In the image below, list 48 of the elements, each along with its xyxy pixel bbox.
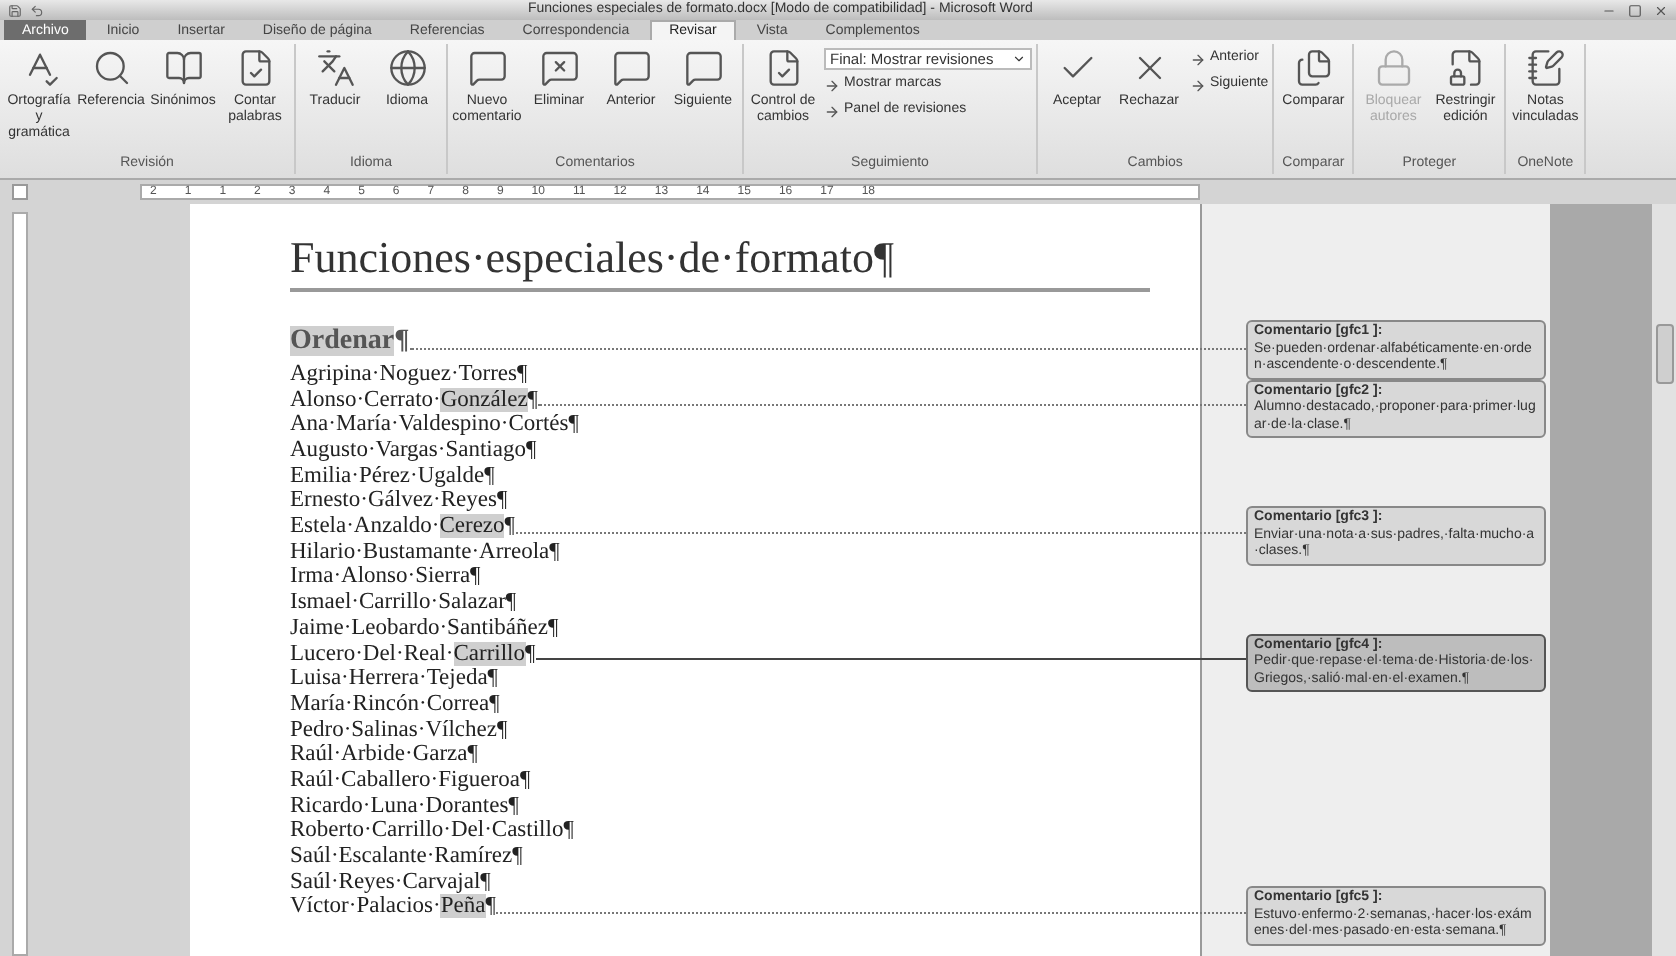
- name-line: María·Rincón·Correa¶: [290, 691, 500, 718]
- translate-icon: [315, 48, 355, 88]
- name-line: Irma·Alonso·Sierra¶: [290, 564, 481, 591]
- book-icon: [163, 48, 203, 88]
- name-line: Pedro·Salinas·Vílchez¶: [290, 717, 508, 743]
- lock-icon: [1373, 48, 1414, 88]
- document-lock-icon: [1445, 48, 1486, 88]
- documents-icon: [1293, 48, 1334, 88]
- name-line: Augusto·Vargas·Santiago¶: [290, 438, 537, 464]
- name-line: Saúl·Escalante·Ramírez¶: [290, 844, 523, 870]
- arrow-icon: [824, 77, 840, 93]
- name-line: Lucero·Del·Real·Carrillo¶: [290, 641, 536, 667]
- name-line: Ricardo·Luna·Dorantes¶: [290, 793, 519, 819]
- notebook-icon: [1525, 48, 1566, 88]
- arrow-icon: [824, 103, 840, 119]
- comment-icon: [467, 48, 507, 88]
- name-line: Saúl·Reyes·Carvajal¶: [290, 869, 491, 895]
- arrow-icon: [1190, 51, 1206, 67]
- name-line: Jaime·Leobardo·Santibáñez¶: [290, 615, 559, 642]
- name-line: Luisa·Herrera·Tejeda¶: [290, 666, 499, 692]
- close-icon[interactable]: [1654, 3, 1668, 17]
- name-line: Hilario·Bustamante·Arreola¶: [290, 539, 560, 565]
- comment-icon: [683, 48, 723, 88]
- maximize-icon[interactable]: [1628, 3, 1642, 17]
- name-line: Víctor·Palacios·Peña¶: [290, 894, 496, 921]
- scroll-thumb[interactable]: [1655, 324, 1673, 384]
- globe-icon: [387, 48, 427, 88]
- name-line: Raúl·Arbide·Garza¶: [290, 742, 478, 768]
- document-title: Funciones·especiales·de·formato¶: [290, 232, 1150, 292]
- name-line: Ernesto·Gálvez·Reyes¶: [290, 488, 508, 515]
- name-line: Alonso·Cerrato·González¶: [290, 387, 539, 413]
- name-line: Ismael·Carrillo·Salazar¶: [290, 590, 517, 616]
- name-line: Emilia·Pérez·Ugalde¶: [290, 463, 495, 489]
- arrow-icon: [1190, 77, 1206, 93]
- name-line: Ana·María·Valdespino·Cortés¶: [290, 412, 579, 439]
- magnifier-icon: [91, 48, 131, 88]
- name-line: Agripina·Noguez·Torres¶: [290, 361, 528, 388]
- vertical-scrollbar[interactable]: [1650, 204, 1676, 956]
- comment-icon: [611, 48, 651, 88]
- comment-delete-icon: [539, 48, 579, 88]
- caret-icon: [1012, 52, 1026, 66]
- name-line: Raúl·Caballero·Figueroa¶: [290, 767, 531, 794]
- name-line: Roberto·Carrillo·Del·Castillo¶: [290, 818, 574, 845]
- heading-text: Ordenar¶: [290, 328, 410, 356]
- undo-icon[interactable]: [30, 3, 44, 17]
- name-line: Estela·Anzaldo·Cerezo¶: [290, 514, 516, 540]
- save-icon[interactable]: [8, 3, 22, 17]
- tab-selector-icon[interactable]: [12, 184, 28, 200]
